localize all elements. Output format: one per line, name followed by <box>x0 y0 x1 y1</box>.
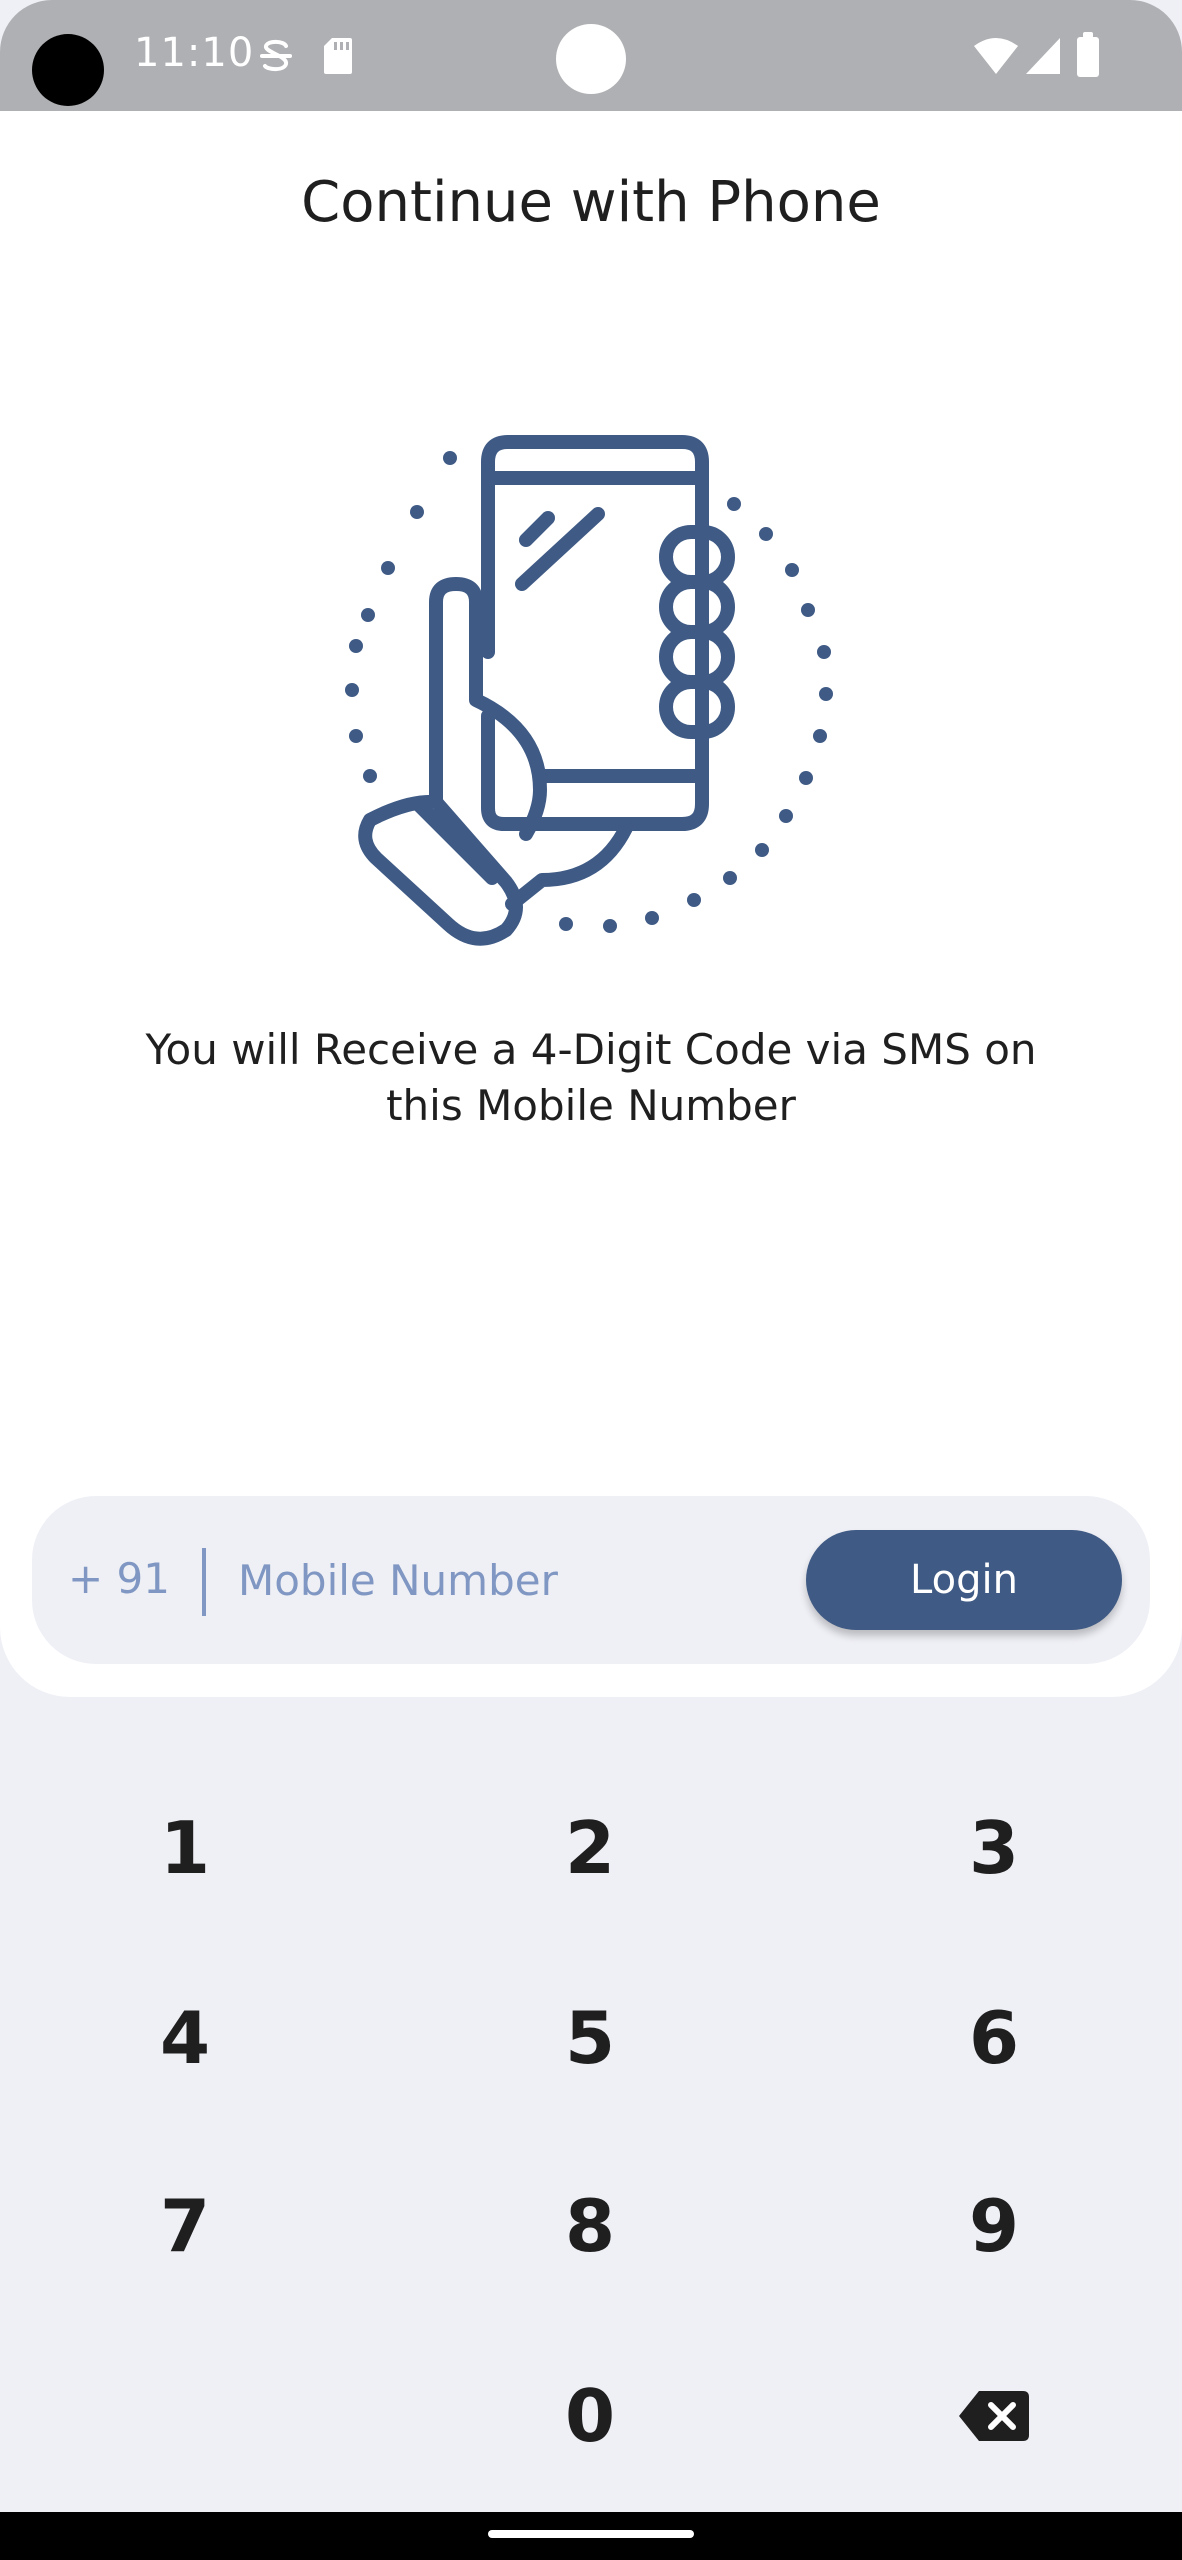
front-sensor <box>556 24 626 94</box>
status-bar: 11:10 <box>0 0 1182 111</box>
key-8[interactable]: 8 <box>410 2136 770 2316</box>
key-6[interactable]: 6 <box>814 1948 1174 2128</box>
sms-info-line-2: this Mobile Number <box>386 1081 796 1130</box>
wifi-icon <box>974 38 1018 74</box>
key-4[interactable]: 4 <box>5 1948 365 2128</box>
backspace-key[interactable] <box>814 2326 1174 2506</box>
hand-holding-phone-icon <box>345 435 833 946</box>
mobile-number-input[interactable] <box>238 1536 778 1624</box>
camera-cutout <box>32 34 104 106</box>
key-2[interactable]: 2 <box>410 1758 770 1938</box>
sync-icon <box>260 39 292 72</box>
page-title: Continue with Phone <box>301 170 881 235</box>
backspace-icon <box>959 2391 1029 2441</box>
sms-info-text: You will Receive a 4-Digit Code via SMS … <box>80 1022 1102 1134</box>
key-5[interactable]: 5 <box>410 1948 770 2128</box>
key-9[interactable]: 9 <box>814 2136 1174 2316</box>
key-3[interactable]: 3 <box>814 1758 1174 1938</box>
sms-info-line-1: You will Receive a 4-Digit Code via SMS … <box>145 1025 1037 1074</box>
cell-signal-icon <box>1026 38 1060 74</box>
key-0[interactable]: 0 <box>410 2326 770 2506</box>
key-7[interactable]: 7 <box>5 2136 365 2316</box>
login-button[interactable]: Login <box>806 1530 1122 1630</box>
country-code[interactable]: + 91 <box>68 1554 170 1603</box>
home-indicator[interactable] <box>488 2530 694 2538</box>
phone-entry-panel: + 91 Login <box>32 1496 1150 1664</box>
key-1[interactable]: 1 <box>5 1758 365 1938</box>
battery-icon <box>1077 32 1099 77</box>
status-time: 11:10 <box>134 30 255 76</box>
field-divider <box>202 1548 206 1616</box>
sd-card-icon <box>324 38 352 74</box>
